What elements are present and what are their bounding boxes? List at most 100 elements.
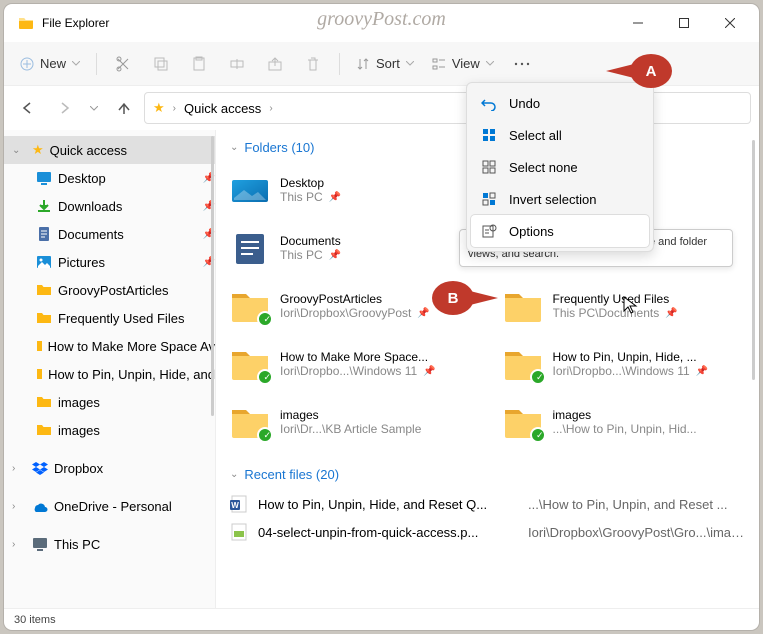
delete-button[interactable] bbox=[297, 48, 329, 80]
folder-item[interactable]: DocumentsThis PC 📌 bbox=[230, 221, 473, 275]
recent-button[interactable] bbox=[84, 92, 104, 124]
download-icon bbox=[36, 198, 52, 214]
folder-item[interactable]: imagesIori\Dr...\KB Article Sample bbox=[230, 395, 473, 449]
minimize-button[interactable] bbox=[615, 7, 661, 39]
sidebar: ⌄ ★ Quick access Desktop📌 Downloads📌 Doc… bbox=[4, 130, 216, 608]
sidebar-item[interactable]: images bbox=[4, 416, 215, 444]
file-row[interactable]: W How to Pin, Unpin, Hide, and Reset Q...… bbox=[230, 490, 745, 518]
sidebar-item[interactable]: images bbox=[4, 388, 215, 416]
folder-icon bbox=[230, 230, 270, 266]
folder-item[interactable]: How to Make More Space...Iori\Dropbo...\… bbox=[230, 337, 473, 391]
arrow-up-icon bbox=[117, 101, 131, 115]
sidebar-thispc[interactable]: ›This PC bbox=[4, 530, 215, 558]
folder-icon bbox=[36, 338, 42, 354]
folder-sub: Iori\Dropbo...\Windows 11 📌 bbox=[280, 364, 436, 378]
folder-icon bbox=[230, 172, 270, 208]
sidebar-item[interactable]: Frequently Used Files bbox=[4, 304, 215, 332]
folder-name: images bbox=[280, 408, 421, 422]
menu-undo[interactable]: Undo bbox=[471, 87, 649, 119]
recent-list: W How to Pin, Unpin, Hide, and Reset Q...… bbox=[230, 490, 745, 546]
forward-button[interactable] bbox=[48, 92, 80, 124]
rename-icon bbox=[229, 56, 245, 72]
sidebar-item[interactable]: How to Make More Space Av bbox=[4, 332, 215, 360]
window-title: File Explorer bbox=[42, 16, 615, 30]
folder-icon bbox=[18, 15, 34, 31]
chevron-right-icon: › bbox=[12, 501, 26, 512]
chevron-right-icon: › bbox=[173, 103, 176, 114]
share-button[interactable] bbox=[259, 48, 291, 80]
scrollbar[interactable] bbox=[211, 136, 214, 416]
file-row[interactable]: 04-select-unpin-from-quick-access.p...Io… bbox=[230, 518, 745, 546]
callout-a: A bbox=[630, 54, 672, 88]
sidebar-item[interactable]: How to Pin, Unpin, Hide, and bbox=[4, 360, 215, 388]
new-button[interactable]: New bbox=[14, 48, 86, 80]
sidebar-dropbox[interactable]: ›Dropbox bbox=[4, 454, 215, 482]
file-icon bbox=[230, 523, 248, 541]
folder-sub: This PC 📌 bbox=[280, 248, 341, 262]
sidebar-item-desktop[interactable]: Desktop📌 bbox=[4, 164, 215, 192]
sort-icon bbox=[356, 57, 370, 71]
file-path: ...\How to Pin, Unpin, and Reset ... bbox=[528, 497, 745, 512]
chevron-down-icon bbox=[90, 106, 98, 111]
window-buttons bbox=[615, 7, 753, 39]
copy-icon bbox=[153, 56, 169, 72]
scissors-icon bbox=[115, 56, 131, 72]
folder-icon bbox=[230, 404, 270, 440]
chevron-down-icon: ⌄ bbox=[230, 142, 238, 153]
titlebar: File Explorer bbox=[4, 4, 759, 42]
folder-sub: This PC 📌 bbox=[280, 190, 341, 204]
plus-icon bbox=[20, 57, 34, 71]
chevron-down-icon bbox=[72, 61, 80, 66]
folder-name: Documents bbox=[280, 234, 341, 248]
menu-options[interactable]: Options bbox=[471, 215, 649, 247]
back-button[interactable] bbox=[12, 92, 44, 124]
view-icon bbox=[432, 57, 446, 71]
file-name: How to Pin, Unpin, Hide, and Reset Q... bbox=[258, 497, 518, 512]
folder-icon bbox=[36, 422, 52, 438]
chevron-down-icon: ⌄ bbox=[230, 469, 238, 480]
paste-button[interactable] bbox=[183, 48, 215, 80]
folder-name: How to Pin, Unpin, Hide, ... bbox=[553, 350, 709, 364]
folder-icon bbox=[503, 288, 543, 324]
chevron-right-icon: › bbox=[12, 463, 26, 474]
rename-button[interactable] bbox=[221, 48, 253, 80]
more-button[interactable] bbox=[506, 48, 538, 80]
view-button[interactable]: View bbox=[426, 48, 500, 80]
status-bar: 30 items bbox=[4, 608, 759, 630]
folder-icon bbox=[503, 404, 543, 440]
sidebar-item-pictures[interactable]: Pictures📌 bbox=[4, 248, 215, 276]
ellipsis-icon bbox=[514, 62, 530, 66]
folder-item[interactable]: How to Pin, Unpin, Hide, ...Iori\Dropbo.… bbox=[503, 337, 746, 391]
options-icon bbox=[481, 223, 497, 239]
callout-b: B bbox=[432, 281, 474, 315]
chevron-down-icon: ⌄ bbox=[12, 145, 26, 156]
folder-icon bbox=[503, 346, 543, 382]
copy-button[interactable] bbox=[145, 48, 177, 80]
more-menu: Undo Select all Select none Invert selec… bbox=[466, 82, 654, 252]
folder-item[interactable]: DesktopThis PC 📌 bbox=[230, 163, 473, 217]
maximize-button[interactable] bbox=[661, 7, 707, 39]
select-all-icon bbox=[481, 127, 497, 143]
svg-text:W: W bbox=[231, 501, 239, 510]
dropbox-icon bbox=[32, 460, 48, 476]
star-icon: ★ bbox=[32, 142, 44, 158]
sidebar-quick-access[interactable]: ⌄ ★ Quick access bbox=[4, 136, 215, 164]
sidebar-item-documents[interactable]: Documents📌 bbox=[4, 220, 215, 248]
menu-select-none[interactable]: Select none bbox=[471, 151, 649, 183]
folder-name: How to Make More Space... bbox=[280, 350, 436, 364]
sidebar-onedrive[interactable]: ›OneDrive - Personal bbox=[4, 492, 215, 520]
menu-select-all[interactable]: Select all bbox=[471, 119, 649, 151]
breadcrumb[interactable]: Quick access bbox=[184, 101, 261, 116]
menu-invert-selection[interactable]: Invert selection bbox=[471, 183, 649, 215]
scrollbar[interactable] bbox=[752, 140, 755, 380]
sidebar-item-downloads[interactable]: Downloads📌 bbox=[4, 192, 215, 220]
folder-item[interactable]: images...\How to Pin, Unpin, Hid... bbox=[503, 395, 746, 449]
chevron-down-icon bbox=[406, 61, 414, 66]
pictures-icon bbox=[36, 254, 52, 270]
sort-button[interactable]: Sort bbox=[350, 48, 420, 80]
recent-header[interactable]: ⌄Recent files (20) bbox=[230, 467, 745, 482]
cut-button[interactable] bbox=[107, 48, 139, 80]
close-button[interactable] bbox=[707, 7, 753, 39]
sidebar-item[interactable]: GroovyPostArticles bbox=[4, 276, 215, 304]
up-button[interactable] bbox=[108, 92, 140, 124]
